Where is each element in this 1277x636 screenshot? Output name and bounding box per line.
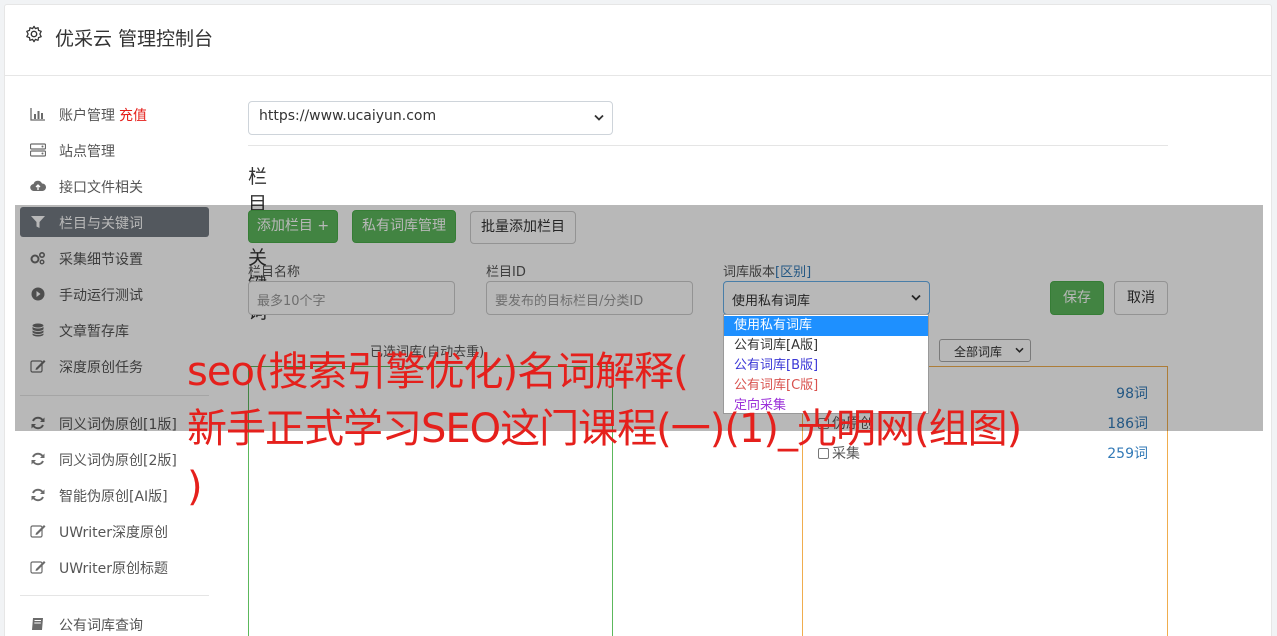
divider	[248, 145, 1168, 146]
sidebar-item-label: 公有词库查询	[59, 618, 143, 634]
sidebar-item-label: 智能伪原创[AI版]	[59, 489, 168, 505]
word-count: 259词	[1107, 446, 1148, 462]
dropdown-option[interactable]: 公有词库[B版]	[724, 356, 928, 376]
sidebar-item-label: UWriter深度原创	[59, 525, 168, 541]
lexicon-row[interactable]: 采集	[818, 443, 860, 463]
server-icon	[30, 143, 46, 157]
site-select[interactable]: https://www.ucaiyun.com	[248, 101, 613, 135]
sidebar-item-label: UWriter原创标题	[59, 561, 168, 577]
checkbox[interactable]	[818, 448, 829, 459]
site-select-value: https://www.ucaiyun.com	[259, 108, 437, 124]
dropdown-option[interactable]: 公有词库[A版]	[724, 336, 928, 356]
header: 优采云 管理控制台	[5, 5, 1271, 76]
sidebar-item-uwriter-deep[interactable]: UWriter深度原创	[20, 516, 209, 546]
dim-overlay	[15, 205, 1263, 431]
page-title: 优采云 管理控制台	[55, 28, 214, 50]
dropdown-option[interactable]: 定向采集	[724, 396, 928, 416]
bar-chart-icon	[30, 108, 45, 121]
refresh-icon	[31, 452, 45, 466]
edit-icon	[30, 525, 46, 538]
sidebar-item-label: 同义词伪原创[2版]	[59, 453, 177, 469]
sidebar-item-sites[interactable]: 站点管理	[20, 135, 209, 165]
sidebar-item-label: 接口文件相关	[59, 180, 143, 196]
sidebar-item-ai-rewrite[interactable]: 智能伪原创[AI版]	[20, 480, 209, 510]
sidebar-item-synonym-v2[interactable]: 同义词伪原创[2版]	[20, 444, 209, 474]
dropdown-option[interactable]: 公有词库[C版]	[724, 376, 928, 396]
chevron-down-icon	[594, 114, 604, 121]
sidebar-item-interface[interactable]: 接口文件相关	[20, 171, 209, 201]
lexicon-name: 采集	[832, 446, 860, 462]
edit-icon	[30, 561, 46, 574]
cloud-upload-icon	[30, 180, 46, 192]
sidebar-item-public-lexicon[interactable]: 公有词库查询	[20, 609, 209, 636]
gear-icon	[26, 25, 42, 43]
sidebar-item-uwriter-title[interactable]: UWriter原创标题	[20, 552, 209, 582]
sidebar-item-label: 账户管理	[59, 108, 115, 124]
dropdown-option[interactable]: 使用私有词库	[724, 316, 928, 336]
sidebar-item-account[interactable]: 账户管理 充值	[20, 99, 209, 129]
sidebar-divider	[20, 595, 209, 596]
book-icon	[32, 618, 43, 630]
lexicon-version-dropdown[interactable]: 使用私有词库 公有词库[A版] 公有词库[B版] 公有词库[C版] 定向采集	[723, 314, 929, 414]
sidebar-item-label: 站点管理	[59, 144, 115, 160]
refresh-icon	[31, 488, 45, 502]
recharge-link[interactable]: 充值	[119, 108, 147, 124]
